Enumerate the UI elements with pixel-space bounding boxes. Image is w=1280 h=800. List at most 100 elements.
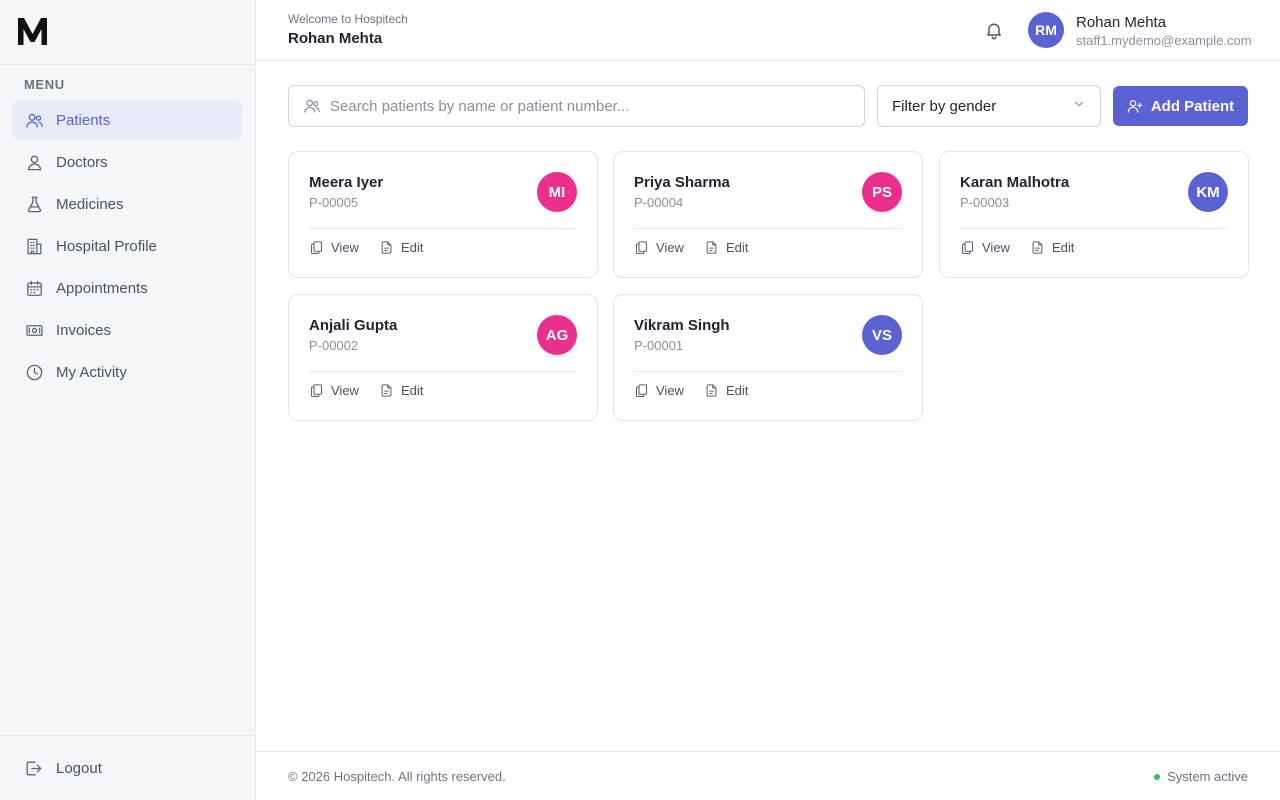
edit-button[interactable]: Edit	[1030, 240, 1074, 255]
patient-number: P-00004	[634, 195, 684, 210]
copy-icon	[634, 240, 656, 255]
view-label: View	[982, 240, 1010, 255]
document-icon	[704, 383, 726, 398]
top-header: Welcome to Hospitech Rohan Mehta RM Roha…	[256, 0, 1280, 61]
edit-label: Edit	[725, 383, 749, 398]
view-label: View	[331, 240, 359, 255]
edit-button[interactable]: Edit	[379, 383, 423, 398]
sidebar-item-hospital-profile[interactable]: Hospital Profile	[12, 226, 242, 266]
view-button[interactable]: View	[309, 383, 359, 398]
filter-label: Filter by gender	[892, 97, 997, 115]
main-content: Filter by gender Add Patient Meera Iyer P…	[256, 61, 1280, 751]
patient-avatar: MI	[537, 172, 577, 212]
status-text: System active	[1167, 769, 1248, 784]
logout-icon	[24, 758, 44, 778]
view-button[interactable]: View	[309, 240, 359, 255]
patient-card[interactable]: Priya Sharma P-00004 PS View Edit	[613, 151, 923, 278]
patient-card[interactable]: Meera Iyer P-00005 MI View Edit	[288, 151, 598, 278]
user-plus-icon	[1127, 98, 1143, 114]
sidebar-item-patients[interactable]: Patients	[12, 100, 242, 140]
building-icon	[24, 236, 44, 256]
avatar[interactable]: RM	[1028, 12, 1064, 48]
patient-number: P-00002	[309, 338, 359, 353]
search-input[interactable]	[330, 97, 850, 115]
card-divider	[960, 228, 1228, 229]
notification-bell-icon[interactable]	[984, 20, 1004, 40]
copy-icon	[309, 383, 331, 398]
user-icon	[24, 152, 44, 172]
copy-icon	[634, 383, 656, 398]
patient-avatar: KM	[1188, 172, 1228, 212]
card-actions: View Edit	[309, 383, 443, 398]
patient-name: Anjali Gupta	[309, 317, 398, 334]
edit-button[interactable]: Edit	[379, 240, 423, 255]
search-box[interactable]	[288, 85, 865, 127]
edit-label: Edit	[400, 383, 424, 398]
view-button[interactable]: View	[634, 240, 684, 255]
users-icon	[24, 110, 44, 130]
patient-name: Priya Sharma	[634, 174, 730, 191]
card-actions: View Edit	[634, 383, 768, 398]
chevron-down-icon	[1072, 97, 1086, 115]
patient-card[interactable]: Vikram Singh P-00001 VS View Edit	[613, 294, 923, 421]
document-icon	[1030, 240, 1052, 255]
edit-button[interactable]: Edit	[704, 383, 748, 398]
document-icon	[379, 383, 401, 398]
sidebar-footer: Logout	[0, 735, 255, 800]
card-divider	[309, 371, 577, 372]
gender-filter-select[interactable]: Filter by gender	[877, 85, 1101, 127]
patient-number: P-00001	[634, 338, 684, 353]
card-actions: View Edit	[960, 240, 1094, 255]
view-label: View	[656, 240, 684, 255]
sidebar-item-label: My Activity	[56, 363, 127, 381]
status-dot	[1154, 773, 1161, 780]
add-patient-button[interactable]: Add Patient	[1113, 86, 1248, 126]
profile-email: staff1.mydemo@example.com	[1076, 33, 1252, 48]
copy-icon	[309, 240, 331, 255]
patient-name: Karan Malhotra	[960, 174, 1070, 191]
menu-label: MENU	[24, 77, 65, 92]
logo-icon	[18, 18, 47, 45]
patient-card[interactable]: Anjali Gupta P-00002 AG View Edit	[288, 294, 598, 421]
card-actions: View Edit	[634, 240, 768, 255]
sidebar-item-label: Invoices	[56, 321, 112, 339]
card-actions: View Edit	[309, 240, 443, 255]
logout-button[interactable]: Logout	[12, 748, 102, 788]
sidebar-item-label: Appointments	[56, 279, 148, 297]
logo[interactable]	[0, 0, 255, 65]
view-button[interactable]: View	[634, 383, 684, 398]
sidebar-item-doctors[interactable]: Doctors	[12, 142, 242, 182]
add-patient-label: Add Patient	[1150, 97, 1235, 115]
sidebar-item-label: Medicines	[56, 195, 124, 213]
copyright-text: © 2026 Hospitech. All rights reserved.	[288, 769, 506, 784]
users-search-icon	[303, 97, 321, 115]
sidebar-item-label: Doctors	[56, 153, 108, 171]
patient-name: Vikram Singh	[634, 317, 730, 334]
patient-avatar: VS	[862, 315, 902, 355]
patient-avatar: AG	[537, 315, 577, 355]
card-divider	[634, 371, 902, 372]
patient-name: Meera Iyer	[309, 174, 384, 191]
view-label: View	[656, 383, 684, 398]
sidebar-item-my-activity[interactable]: My Activity	[12, 352, 242, 392]
view-button[interactable]: View	[960, 240, 1010, 255]
patient-avatar: PS	[862, 172, 902, 212]
copy-icon	[960, 240, 982, 255]
logout-label: Logout	[56, 759, 102, 777]
patient-card[interactable]: Karan Malhotra P-00003 KM View Edit	[939, 151, 1249, 278]
calendar-icon	[24, 278, 44, 298]
sidebar: MENU Patients Doctors Medicines Hospital…	[0, 0, 256, 800]
sidebar-item-label: Hospital Profile	[56, 237, 157, 255]
edit-button[interactable]: Edit	[704, 240, 748, 255]
sidebar-item-appointments[interactable]: Appointments	[12, 268, 242, 308]
sidebar-item-medicines[interactable]: Medicines	[12, 184, 242, 224]
edit-label: Edit	[1051, 240, 1075, 255]
view-label: View	[331, 383, 359, 398]
patient-number: P-00003	[960, 195, 1010, 210]
sidebar-item-invoices[interactable]: Invoices	[12, 310, 242, 350]
header-user-name: Rohan Mehta	[288, 30, 383, 47]
sidebar-nav: Patients Doctors Medicines Hospital Prof…	[0, 100, 255, 392]
footer: © 2026 Hospitech. All rights reserved. S…	[256, 751, 1280, 800]
flask-icon	[24, 194, 44, 214]
sidebar-item-label: Patients	[56, 111, 111, 129]
